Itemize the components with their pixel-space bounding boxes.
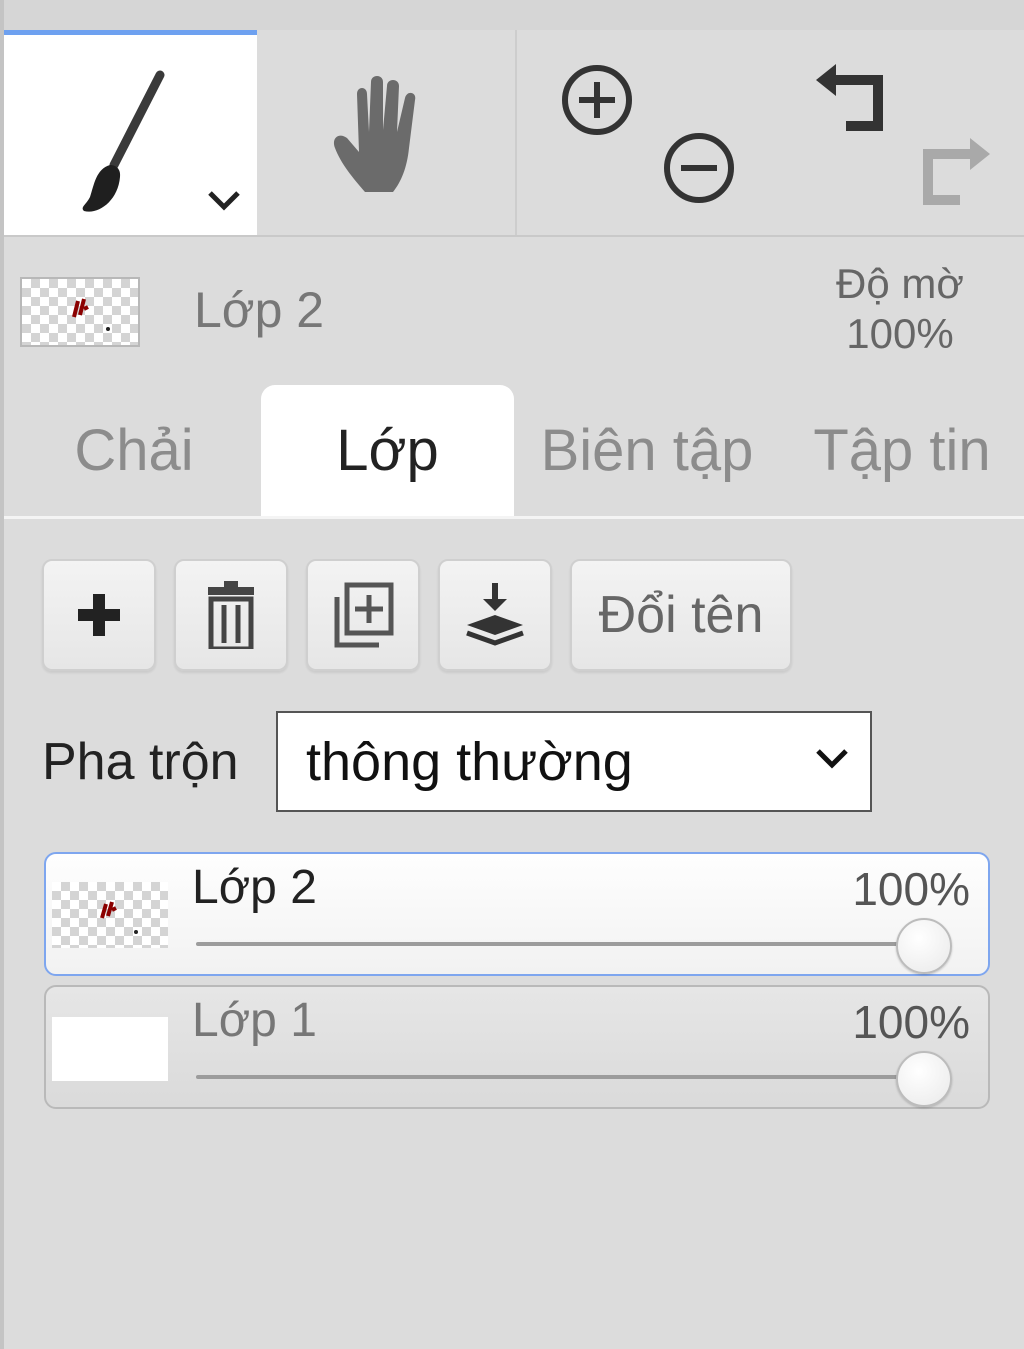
opacity-slider-thumb[interactable] xyxy=(896,918,952,974)
delete-layer-button[interactable] xyxy=(174,559,288,671)
add-layer-button[interactable] xyxy=(42,559,156,671)
duplicate-icon xyxy=(334,582,394,648)
merge-down-button[interactable] xyxy=(438,559,552,671)
layer-name: Lớp 1 xyxy=(192,994,317,1047)
opacity-slider-track[interactable] xyxy=(196,942,936,946)
opacity-label: Độ mờ xyxy=(836,260,964,307)
plus-icon xyxy=(78,594,120,636)
tab-brush[interactable]: Chải xyxy=(22,385,246,516)
top-strip xyxy=(4,0,1024,30)
layer-opacity-value: 100% xyxy=(852,996,970,1048)
layer-thumbnail xyxy=(52,882,168,948)
chevron-down-icon xyxy=(816,749,848,769)
redo-icon[interactable] xyxy=(914,130,994,210)
layer-row-2[interactable]: Lớp 2 100% xyxy=(44,852,990,976)
rename-label: Đổi tên xyxy=(598,586,764,644)
duplicate-layer-button[interactable] xyxy=(306,559,420,671)
merge-down-icon xyxy=(466,583,524,646)
brush-tool-button[interactable] xyxy=(4,30,257,235)
trash-icon xyxy=(208,581,254,649)
layer-thumbnail xyxy=(52,1017,168,1081)
tab-layers[interactable]: Lớp xyxy=(261,385,514,516)
layer-panel: Lớp 2 Độ mờ 100% Chải Lớp Biên tập Tập t… xyxy=(0,0,1024,1349)
opacity-slider-thumb[interactable] xyxy=(896,1051,952,1107)
tab-file[interactable]: Tập tin xyxy=(796,385,1008,516)
layer-opacity-value: 100% xyxy=(852,863,970,915)
blend-mode-value: thông thường xyxy=(306,731,633,792)
chevron-down-icon[interactable] xyxy=(204,185,244,215)
hand-icon xyxy=(333,75,416,192)
tab-edit[interactable]: Biên tập xyxy=(522,385,772,516)
blend-mode-label: Pha trộn xyxy=(42,733,239,791)
layer-row-1[interactable]: Lớp 1 100% xyxy=(44,985,990,1109)
blend-mode-select[interactable]: thông thường xyxy=(276,711,872,812)
brush-icon xyxy=(82,70,165,212)
layer-name: Lớp 2 xyxy=(192,861,317,914)
current-layer-name: Lớp 2 xyxy=(194,282,325,338)
opacity-slider-track[interactable] xyxy=(196,1075,936,1079)
opacity-readout: Độ mờ 100% xyxy=(820,259,980,359)
zoom-in-icon[interactable] xyxy=(557,60,637,140)
panel-tabs: Chải Lớp Biên tập Tập tin xyxy=(4,385,1024,519)
current-layer-thumbnail xyxy=(20,277,140,347)
current-layer-info: Lớp 2 Độ mờ 100% xyxy=(4,239,1024,385)
zoom-out-icon[interactable] xyxy=(659,128,739,208)
rename-layer-button[interactable]: Đổi tên xyxy=(570,559,792,671)
tool-row xyxy=(4,30,1024,237)
tool-separator xyxy=(515,30,517,235)
undo-icon[interactable] xyxy=(812,60,892,140)
opacity-value: 100% xyxy=(846,310,954,357)
hand-tool-button[interactable] xyxy=(257,30,515,235)
